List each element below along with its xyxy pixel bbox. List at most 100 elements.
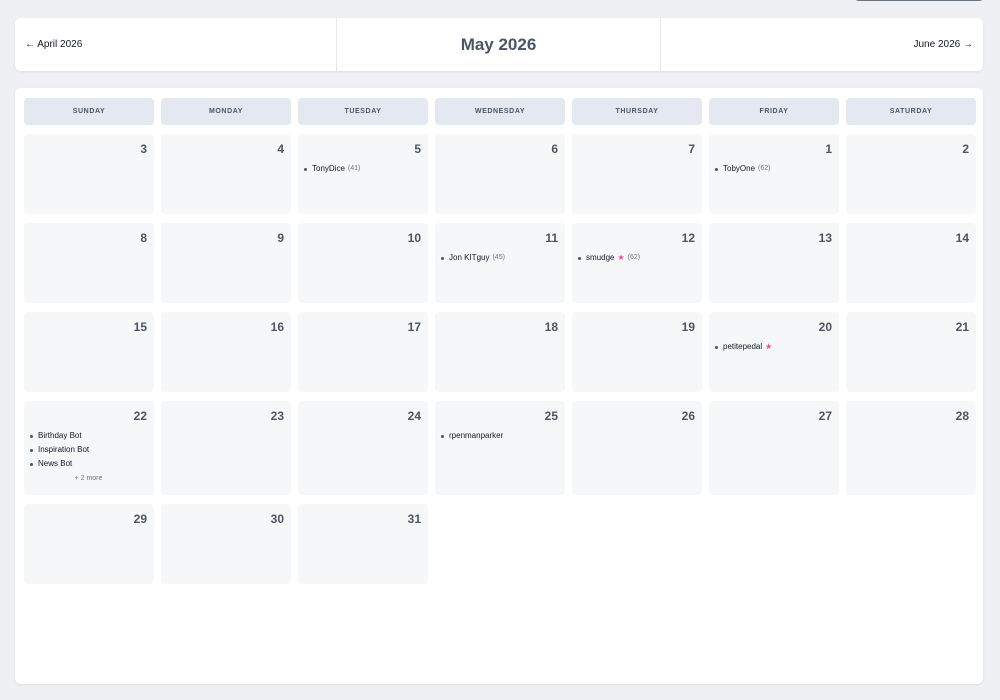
- day-number: 22: [133, 409, 147, 423]
- day-cell[interactable]: 29: [24, 504, 154, 584]
- weekday-saturday: SATURDAY: [846, 98, 976, 125]
- day-cell[interactable]: 11 Jon KITguy (45): [435, 223, 565, 303]
- event-item[interactable]: rpenmanparker: [441, 429, 558, 443]
- nav-next-cell: June 2026 →: [661, 18, 983, 71]
- event-item[interactable]: Inspiration Bot: [30, 443, 147, 457]
- event-item[interactable]: smudge ★ (62): [578, 251, 695, 265]
- day-cell[interactable]: 15: [24, 312, 154, 392]
- day-cell[interactable]: 19: [572, 312, 702, 392]
- day-cell[interactable]: 25 rpenmanparker: [435, 401, 565, 495]
- day-cell[interactable]: 26: [572, 401, 702, 495]
- weekday-friday: FRIDAY: [709, 98, 839, 125]
- day-cell[interactable]: 30: [161, 504, 291, 584]
- event-list: Birthday Bot Inspiration Bot News Bot: [30, 429, 147, 471]
- day-number: 15: [133, 320, 147, 334]
- weekday-wednesday: WEDNESDAY: [435, 98, 565, 125]
- prev-month-link[interactable]: ← April 2026: [25, 39, 82, 50]
- event-item[interactable]: TobyOne (62): [715, 162, 832, 176]
- day-number: 10: [407, 231, 421, 245]
- day-number: 4: [277, 142, 284, 156]
- day-cell[interactable]: 24: [298, 401, 428, 495]
- day-cell[interactable]: 7: [572, 134, 702, 214]
- month-navigation: ← April 2026 May 2026 June 2026 →: [15, 18, 983, 71]
- weekday-thursday: THURSDAY: [572, 98, 702, 125]
- event-count: (41): [347, 165, 361, 172]
- bullet-icon: [304, 167, 307, 171]
- weekday-sunday: SUNDAY: [24, 98, 154, 125]
- event-list: smudge ★ (62): [578, 251, 695, 265]
- day-number: 27: [818, 409, 832, 423]
- nav-title-cell: May 2026: [337, 18, 661, 71]
- event-list: rpenmanparker: [441, 429, 558, 443]
- day-cell[interactable]: 4: [161, 134, 291, 214]
- day-cell[interactable]: 2: [846, 134, 976, 214]
- more-events-link[interactable]: + 2 more: [30, 475, 147, 482]
- day-number: 6: [551, 142, 558, 156]
- day-number: 16: [270, 320, 284, 334]
- day-cell[interactable]: 31: [298, 504, 428, 584]
- day-number: 14: [955, 231, 969, 245]
- day-cell[interactable]: 9: [161, 223, 291, 303]
- weekday-tuesday: TUESDAY: [298, 98, 428, 125]
- day-cell[interactable]: 28: [846, 401, 976, 495]
- event-count: (45): [492, 254, 505, 261]
- bullet-icon: [30, 462, 33, 466]
- day-cell[interactable]: 8: [24, 223, 154, 303]
- day-cell[interactable]: 18: [435, 312, 565, 392]
- event-name: Jon KITguy: [449, 253, 490, 262]
- day-number: 9: [277, 231, 284, 245]
- day-cell[interactable]: 12 smudge ★ (62): [572, 223, 702, 303]
- event-count: (62): [627, 254, 641, 261]
- day-number: 7: [688, 142, 695, 156]
- star-icon: ★: [765, 342, 773, 351]
- day-cell[interactable]: 22 Birthday Bot Inspiration Bot News Bot…: [24, 401, 154, 495]
- event-list: TobyOne (62): [715, 162, 832, 176]
- bullet-icon: [441, 256, 444, 260]
- calendar-grid: SUNDAY MONDAY TUESDAY WEDNESDAY THURSDAY…: [24, 98, 976, 673]
- event-item[interactable]: News Bot: [30, 457, 147, 471]
- star-icon: ★: [617, 253, 625, 262]
- next-month-link[interactable]: June 2026 →: [914, 39, 974, 50]
- event-list: Jon KITguy (45): [441, 251, 558, 265]
- day-cell[interactable]: 6: [435, 134, 565, 214]
- bullet-icon: [30, 434, 33, 438]
- day-number: 11: [545, 231, 558, 245]
- day-cell[interactable]: 23: [161, 401, 291, 495]
- weekday-monday: MONDAY: [161, 98, 291, 125]
- event-item[interactable]: petitepedal ★: [715, 340, 832, 354]
- event-count: (62): [758, 165, 771, 172]
- day-cell[interactable]: 3: [24, 134, 154, 214]
- event-name: TonyDice: [312, 164, 345, 173]
- top-button-edge[interactable]: [853, 0, 985, 1]
- day-number: 24: [407, 409, 421, 423]
- day-cell[interactable]: 10: [298, 223, 428, 303]
- day-cell[interactable]: 1 TobyOne (62): [709, 134, 839, 214]
- event-name: Inspiration Bot: [38, 445, 90, 454]
- day-cell[interactable]: 27: [709, 401, 839, 495]
- event-name: News Bot: [38, 459, 73, 468]
- day-number: 17: [407, 320, 421, 334]
- day-number: 20: [818, 320, 832, 334]
- day-number: 30: [270, 512, 284, 526]
- bullet-icon: [715, 167, 718, 171]
- day-number: 23: [270, 409, 284, 423]
- day-number: 25: [544, 409, 558, 423]
- day-cell[interactable]: 5 TonyDice (41): [298, 134, 428, 214]
- event-name: smudge: [586, 253, 615, 262]
- day-number: 1: [825, 142, 832, 156]
- day-cell[interactable]: 16: [161, 312, 291, 392]
- day-number: 18: [544, 320, 558, 334]
- day-number: 13: [818, 231, 832, 245]
- day-number: 29: [133, 512, 147, 526]
- day-cell[interactable]: 14: [846, 223, 976, 303]
- event-item[interactable]: TonyDice (41): [304, 162, 421, 176]
- day-cell[interactable]: 13: [709, 223, 839, 303]
- day-cell[interactable]: 20 petitepedal ★: [709, 312, 839, 392]
- day-cell[interactable]: 21: [846, 312, 976, 392]
- day-number: 31: [407, 512, 421, 526]
- bullet-icon: [578, 256, 581, 260]
- event-list: petitepedal ★: [715, 340, 832, 354]
- event-item[interactable]: Birthday Bot: [30, 429, 147, 443]
- day-cell[interactable]: 17: [298, 312, 428, 392]
- event-item[interactable]: Jon KITguy (45): [441, 251, 558, 265]
